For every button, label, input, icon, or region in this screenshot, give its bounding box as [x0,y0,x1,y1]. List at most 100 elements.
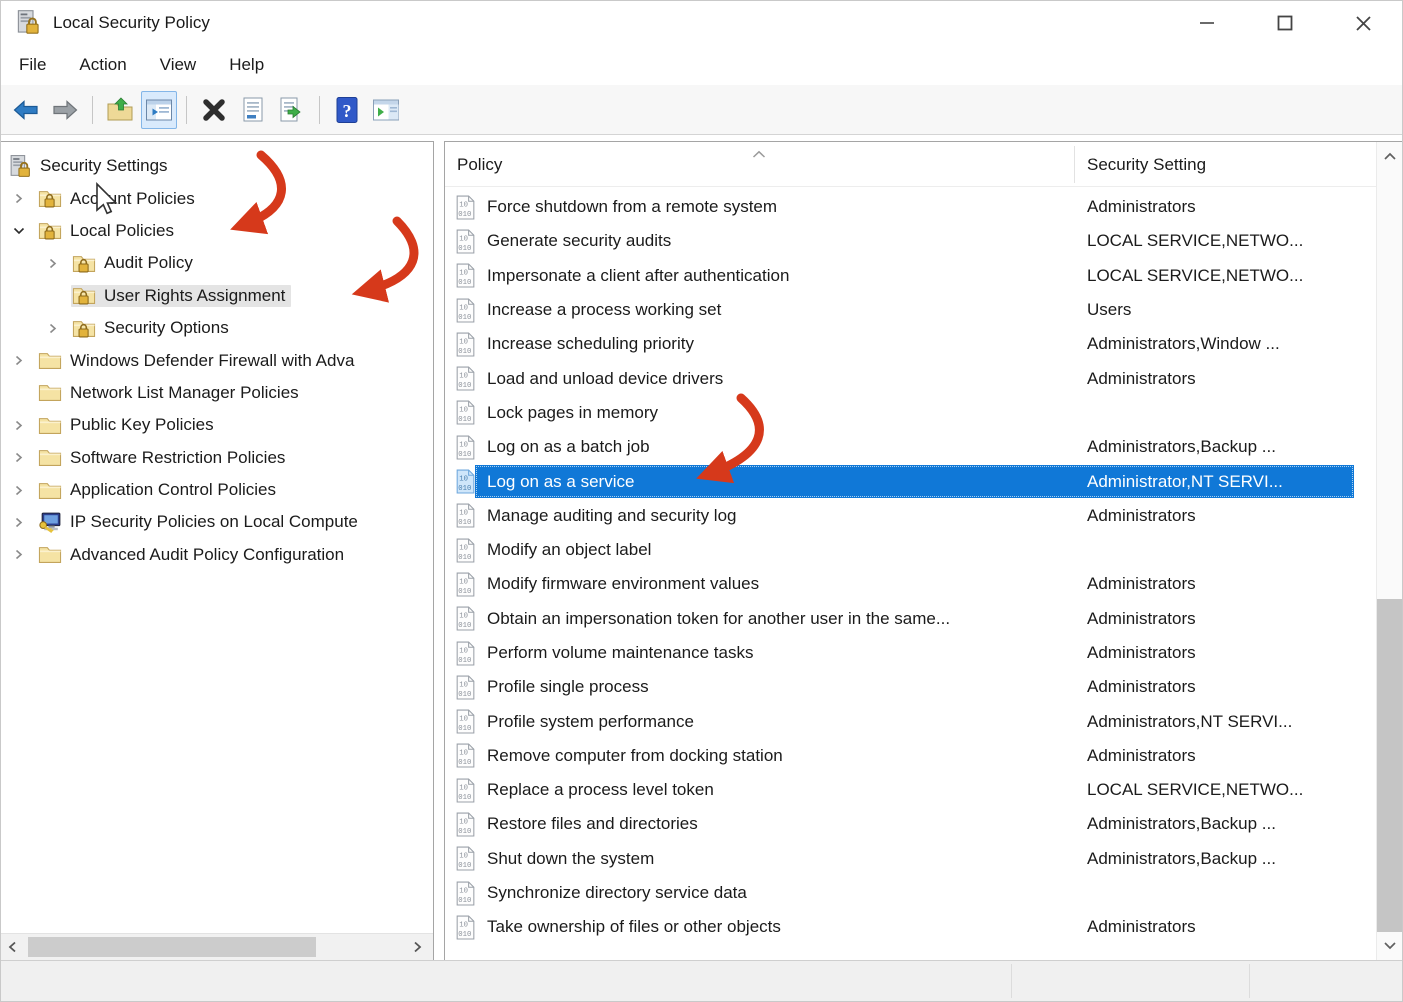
tree-item-target[interactable]: Advanced Audit Policy Configuration [37,544,350,566]
minimize-button[interactable] [1168,1,1246,45]
scroll-down-arrow[interactable] [1377,933,1402,958]
security-setting-cell: Users [1087,300,1132,320]
tree-item-target[interactable]: Local Policies [37,220,180,242]
tree-item-security-settings[interactable]: Security Settings [1,150,433,182]
policy-row-log-on-as-a-service[interactable]: 10 010 Log on as a service Administrator,NT… [445,464,1354,498]
maximize-button[interactable] [1246,1,1324,45]
policy-row-restore-files-and-directories[interactable]: 10 010 Restore files and directories Admini… [445,807,1354,841]
policy-row-shut-down-the-system[interactable]: 10 010 Shut down the system Administrators,… [445,842,1354,876]
column-header-policy[interactable]: Policy [457,155,502,175]
tree-item-target[interactable]: Security Settings [7,153,174,180]
delete-button[interactable] [196,91,232,129]
tree-item-software-restriction-policies[interactable]: Software Restriction Policies [1,442,433,474]
tree-item-target[interactable]: Security Options [71,317,235,339]
policy-row-perform-volume-maintenance-tasks[interactable]: 10 010 Perform volume maintenance tasks Adm… [445,636,1354,670]
policy-row-increase-a-process-working-set[interactable]: 10 010 Increase a process working set Users [445,293,1354,327]
tree-item-label: Application Control Policies [70,480,276,500]
properties-button[interactable] [235,91,271,129]
show-hide-console-tree-button[interactable] [141,90,177,129]
up-one-level-button[interactable] [102,91,138,129]
tree-horizontal-scrollbar[interactable] [1,933,433,960]
policy-row-replace-a-process-level-token[interactable]: 10 010 Replace a process level token LOCAL … [445,773,1354,807]
tree-item-public-key-policies[interactable]: Public Key Policies [1,409,433,441]
scroll-left-arrow[interactable] [1,934,25,960]
chevron-right-icon[interactable] [47,258,71,269]
policy-row-impersonate-a-client-after-authentication[interactable]: 10 010 Impersonate a client after authenti… [445,259,1354,293]
policy-row-modify-an-object-label[interactable]: 10 010 Modify an object label [445,533,1354,567]
chevron-right-icon[interactable] [13,485,37,496]
vertical-scroll-thumb[interactable] [1377,599,1402,932]
policy-row-increase-scheduling-priority[interactable]: 10 010 Increase scheduling priority Adminis… [445,327,1354,361]
policy-row-load-and-unload-device-drivers[interactable]: 10 010 Load and unload device drivers Admin… [445,361,1354,395]
policy-row-modify-firmware-environment-values[interactable]: 10 010 Modify firmware environment values A… [445,567,1354,601]
svg-text:10: 10 [459,818,468,826]
tree-item-label: Security Options [104,318,229,338]
chevron-right-icon[interactable] [13,452,37,463]
menu-view[interactable]: View [157,53,200,77]
policy-row-synchronize-directory-service-data[interactable]: 10 010 Synchronize directory service data [445,876,1354,910]
chevron-right-icon[interactable] [13,193,37,204]
horizontal-scroll-thumb[interactable] [28,937,316,957]
menu-help[interactable]: Help [226,53,267,77]
tree-item-windows-defender-firewall-with-adva[interactable]: Windows Defender Firewall with Adva [1,344,433,376]
security-setting-cell: Administrators [1087,643,1196,662]
policy-document-icon: 10 010 [455,709,477,734]
policy-row-profile-system-performance[interactable]: 10 010 Profile system performance Administr… [445,704,1354,738]
tree-item-target[interactable]: User Rights Assignment [71,284,292,307]
tree-item-application-control-policies[interactable]: Application Control Policies [1,474,433,506]
list-vertical-scrollbar[interactable] [1376,142,1402,960]
policy-row-remove-computer-from-docking-station[interactable]: 10 010 Remove computer from docking statio… [445,739,1354,773]
export-list-button[interactable] [274,91,310,129]
chevron-right-icon[interactable] [13,420,37,431]
chevron-right-icon[interactable] [13,517,37,528]
column-divider[interactable] [1074,146,1075,183]
tree-item-network-list-manager-policies[interactable]: Network List Manager Policies [1,377,433,409]
tree-item-security-options[interactable]: Security Options [1,312,433,344]
policy-row-take-ownership-of-files-or-other-objects[interactable]: 10 010 Take ownership of files or other ob… [445,910,1354,944]
scroll-up-arrow[interactable] [1377,144,1402,169]
svg-text:010: 010 [458,382,471,390]
chevron-right-icon[interactable] [47,323,71,334]
policy-row-lock-pages-in-memory[interactable]: 10 010 Lock pages in memory [445,396,1354,430]
scroll-right-arrow[interactable] [405,934,429,960]
chevron-down-icon[interactable] [13,225,37,236]
svg-text:10: 10 [459,784,468,792]
tree-item-target[interactable]: Public Key Policies [37,414,220,436]
menu-action[interactable]: Action [76,53,129,77]
policy-row-profile-single-process[interactable]: 10 010 Profile single process Administrator… [445,670,1354,704]
svg-text:10: 10 [459,201,468,209]
tree-item-target[interactable]: Audit Policy [71,252,199,274]
forward-button[interactable] [47,91,83,129]
chevron-right-icon[interactable] [13,549,37,560]
help-button[interactable]: ? [329,91,365,129]
policy-row-obtain-an-impersonation-token-for-another-user-in-the-same[interactable]: 10 010 Obtain an impersonation token for a… [445,602,1354,636]
policy-row-generate-security-audits[interactable]: 10 010 Generate security audits LOCAL SERVI… [445,224,1354,258]
show-hide-action-pane-button[interactable] [368,91,404,129]
close-button[interactable] [1324,1,1402,45]
tree-item-advanced-audit-policy-configuration[interactable]: Advanced Audit Policy Configuration [1,539,433,571]
tree-item-target[interactable]: IP Security Policies on Local Compute [37,511,364,534]
column-header-security-setting[interactable]: Security Setting [1087,155,1206,175]
tree-item-target[interactable]: Software Restriction Policies [37,447,291,469]
policy-row-force-shutdown-from-a-remote-system[interactable]: 10 010 Force shutdown from a remote system… [445,190,1354,224]
policy-document-icon: 10 010 [455,263,477,288]
tree-item-audit-policy[interactable]: Audit Policy [1,247,433,279]
chevron-right-icon[interactable] [13,355,37,366]
svg-text:010: 010 [458,725,471,733]
tree-item-ip-security-policies-on-local-compute[interactable]: IP Security Policies on Local Compute [1,506,433,538]
security-setting-cell: Administrators,Backup ... [1087,848,1276,868]
svg-text:10: 10 [459,441,468,449]
tree-item-local-policies[interactable]: Local Policies [1,215,433,247]
security-setting-cell: LOCAL SERVICE,NETWO... [1087,231,1304,251]
tree-item-target[interactable]: Windows Defender Firewall with Adva [37,350,360,372]
tree-item-target[interactable]: Network List Manager Policies [37,382,305,404]
policy-row-log-on-as-a-batch-job[interactable]: 10 010 Log on as a batch job Administrators… [445,430,1354,464]
tree-item-target[interactable]: Application Control Policies [37,479,282,501]
tree-item-account-policies[interactable]: Account Policies [1,182,433,214]
back-button[interactable] [8,91,44,129]
policy-row-manage-auditing-and-security-log[interactable]: 10 010 Manage auditing and security log Adm… [445,499,1354,533]
menu-file[interactable]: File [16,53,49,77]
svg-text:10: 10 [459,716,468,724]
tree-item-target[interactable]: Account Policies [37,188,201,210]
tree-item-user-rights-assignment[interactable]: User Rights Assignment [1,280,433,312]
